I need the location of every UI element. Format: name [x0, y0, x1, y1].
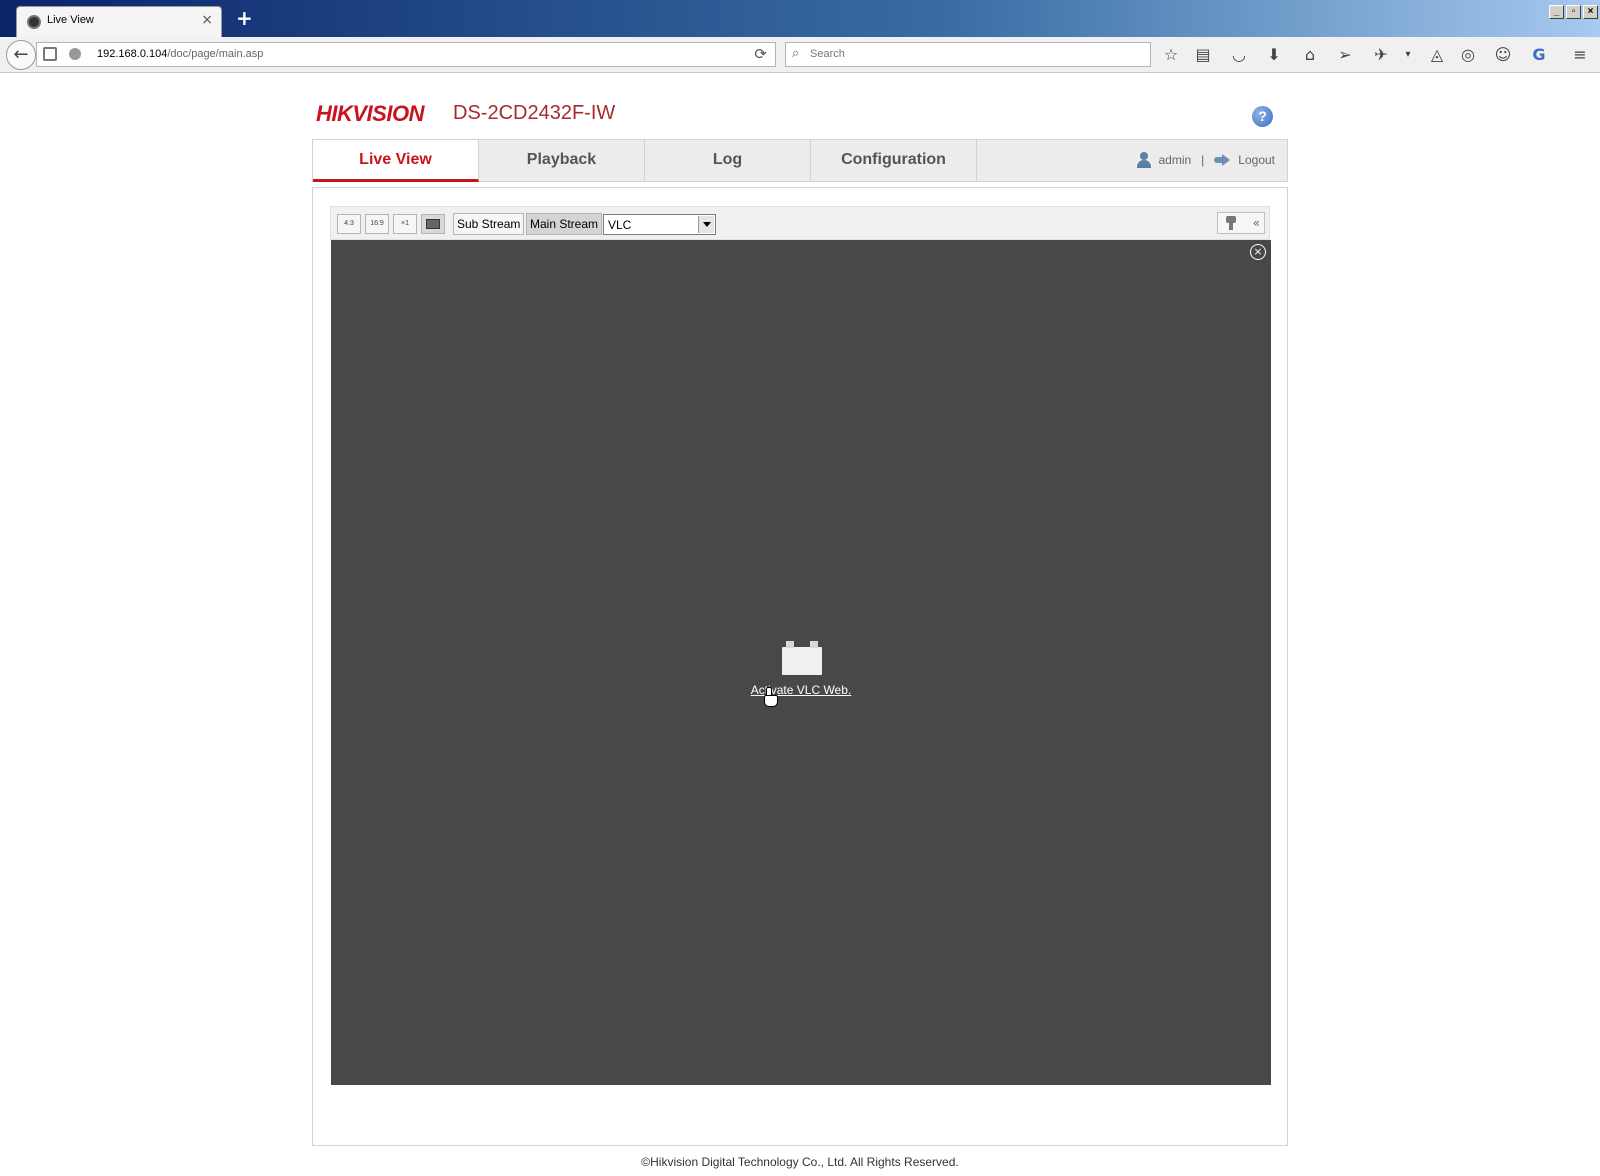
- window-fill-icon: [426, 219, 440, 229]
- user-icon: [1136, 152, 1152, 168]
- ptz-panel-toggle[interactable]: «: [1217, 212, 1265, 234]
- page-info-icon[interactable]: [43, 47, 57, 61]
- logout-icon[interactable]: [1214, 153, 1232, 167]
- player-select[interactable]: VLC: [603, 214, 716, 235]
- ratio-4-3-button[interactable]: 4:3: [337, 214, 361, 234]
- search-icon: ⌕: [792, 46, 800, 61]
- sub-stream-button[interactable]: Sub Stream: [453, 213, 525, 235]
- globe-icon: [69, 48, 81, 60]
- hand-cursor-icon: [763, 687, 778, 707]
- extension-icon[interactable]: ✈: [1371, 45, 1391, 65]
- dropdown-icon[interactable]: ▾: [1398, 45, 1418, 65]
- footer-copyright: ©Hikvision Digital Technology Co., Ltd. …: [641, 1155, 959, 1169]
- close-icon[interactable]: ×: [1250, 244, 1266, 260]
- browser-titlebar: Live View × + _ ▫ ×: [0, 0, 1600, 37]
- vpn-icon[interactable]: ◬: [1427, 45, 1447, 65]
- activate-vlc-link[interactable]: Activate VLC Web.: [331, 683, 1271, 697]
- ratio-16-9-button[interactable]: 16:9: [365, 214, 389, 234]
- collapse-icon: «: [1252, 216, 1260, 230]
- plugin-peg: [786, 641, 794, 648]
- camera-model: DS-2CD2432F-IW: [453, 102, 616, 124]
- browser-tab[interactable]: Live View ×: [16, 6, 222, 37]
- url-path: /doc/page/main.asp: [167, 48, 264, 60]
- sync-icon[interactable]: ◎: [1458, 45, 1478, 65]
- ptz-camera-icon: [1224, 216, 1238, 230]
- translate-icon[interactable]: G: [1529, 45, 1549, 65]
- url-bar[interactable]: 192.168.0.104/doc/page/main.asp ⟳: [36, 42, 776, 67]
- main-nav: Live View Playback Log Configuration adm…: [312, 139, 1288, 182]
- bookmark-star-icon[interactable]: ☆: [1161, 45, 1181, 65]
- url-text[interactable]: 192.168.0.104/doc/page/main.asp: [97, 48, 263, 60]
- hikvision-logo: HIKVISION: [316, 101, 424, 126]
- reading-list-icon[interactable]: ▤: [1193, 45, 1213, 65]
- user-area: admin | Logout: [1136, 152, 1275, 168]
- menu-icon[interactable]: ≡: [1570, 45, 1590, 65]
- home-icon[interactable]: ⌂: [1300, 45, 1320, 65]
- camera-favicon-icon: [27, 15, 41, 29]
- window-close-button[interactable]: ×: [1583, 5, 1598, 19]
- tab-log[interactable]: Log: [645, 140, 811, 182]
- live-toolbar: 4:3 16:9 ×1 Sub Stream Main Stream VLC «: [330, 206, 1270, 240]
- minimize-button[interactable]: _: [1549, 5, 1564, 19]
- new-tab-button[interactable]: +: [236, 8, 253, 28]
- chevron-down-icon[interactable]: [698, 216, 714, 233]
- back-arrow-icon[interactable]: ←: [6, 40, 36, 70]
- tab-live-view[interactable]: Live View: [313, 140, 479, 182]
- url-host: 192.168.0.104: [97, 48, 168, 60]
- tab-close-icon[interactable]: ×: [201, 12, 213, 28]
- ratio-auto-button[interactable]: [421, 214, 445, 234]
- pocket-icon[interactable]: ◡: [1229, 45, 1249, 65]
- search-input[interactable]: Search: [810, 48, 845, 60]
- restore-button[interactable]: ▫: [1566, 5, 1581, 19]
- main-stream-button[interactable]: Main Stream: [526, 213, 603, 235]
- help-icon[interactable]: ?: [1252, 106, 1273, 127]
- reload-icon[interactable]: ⟳: [754, 45, 767, 63]
- download-icon[interactable]: ⬇: [1264, 45, 1284, 65]
- player-select-value: VLC: [608, 218, 632, 232]
- tab-configuration[interactable]: Configuration: [811, 140, 977, 182]
- username: admin: [1158, 153, 1192, 167]
- plugin-icon[interactable]: [782, 641, 822, 675]
- separator: |: [1201, 153, 1205, 167]
- send-icon[interactable]: ➢: [1335, 45, 1355, 65]
- logout-link[interactable]: Logout: [1238, 153, 1275, 167]
- plugin-peg: [810, 641, 818, 648]
- ratio-original-button[interactable]: ×1: [393, 214, 417, 234]
- browser-navbar: ← 192.168.0.104/doc/page/main.asp ⟳ ⌕ Se…: [0, 37, 1600, 73]
- tab-playback[interactable]: Playback: [479, 140, 645, 182]
- search-bar[interactable]: ⌕ Search: [785, 42, 1151, 67]
- chat-icon[interactable]: ☺: [1493, 45, 1513, 65]
- plugin-base: [782, 647, 822, 675]
- video-area[interactable]: × Activate VLC Web.: [331, 240, 1271, 1085]
- tab-title: Live View: [47, 14, 94, 26]
